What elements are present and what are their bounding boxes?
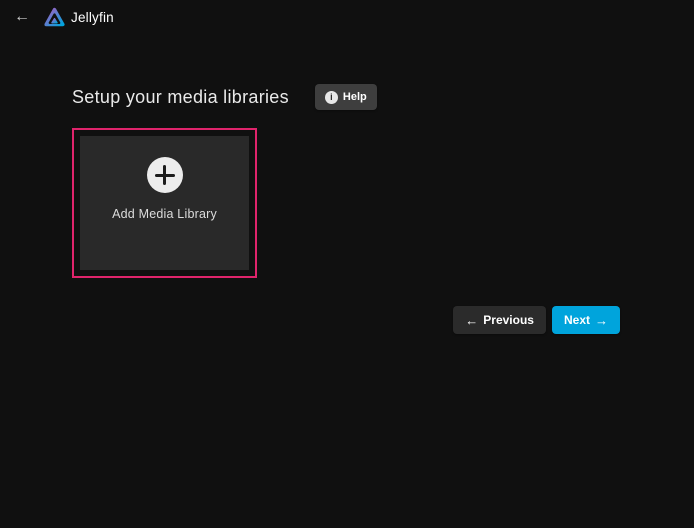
add-media-library-label: Add Media Library [112,207,217,221]
help-button-label: Help [343,91,367,103]
topbar: ← Jellyfin [0,0,694,34]
app-name: Jellyfin [71,10,114,25]
add-media-library-card[interactable]: Add Media Library [72,128,257,278]
header-row: Setup your media libraries i Help [72,84,620,110]
help-button[interactable]: i Help [315,84,377,110]
back-arrow-icon: ← [14,9,30,25]
plus-circle-icon [147,157,183,193]
next-button[interactable]: Next → [552,306,620,334]
add-media-library-card-inner: Add Media Library [80,136,249,270]
arrow-right-icon: → [595,314,608,327]
back-button[interactable]: ← [8,3,36,31]
info-icon: i [325,91,338,104]
jellyfin-logo-icon [44,7,65,28]
wizard-footer: ← Previous Next → [72,306,620,334]
previous-button[interactable]: ← Previous [453,306,546,334]
next-button-label: Next [564,313,590,327]
wizard-content: Setup your media libraries i Help Add Me… [0,84,694,334]
previous-button-label: Previous [483,313,534,327]
page-title: Setup your media libraries [72,87,289,108]
arrow-left-icon: ← [465,314,478,327]
brand: Jellyfin [44,7,114,28]
library-card-grid: Add Media Library [72,128,620,278]
